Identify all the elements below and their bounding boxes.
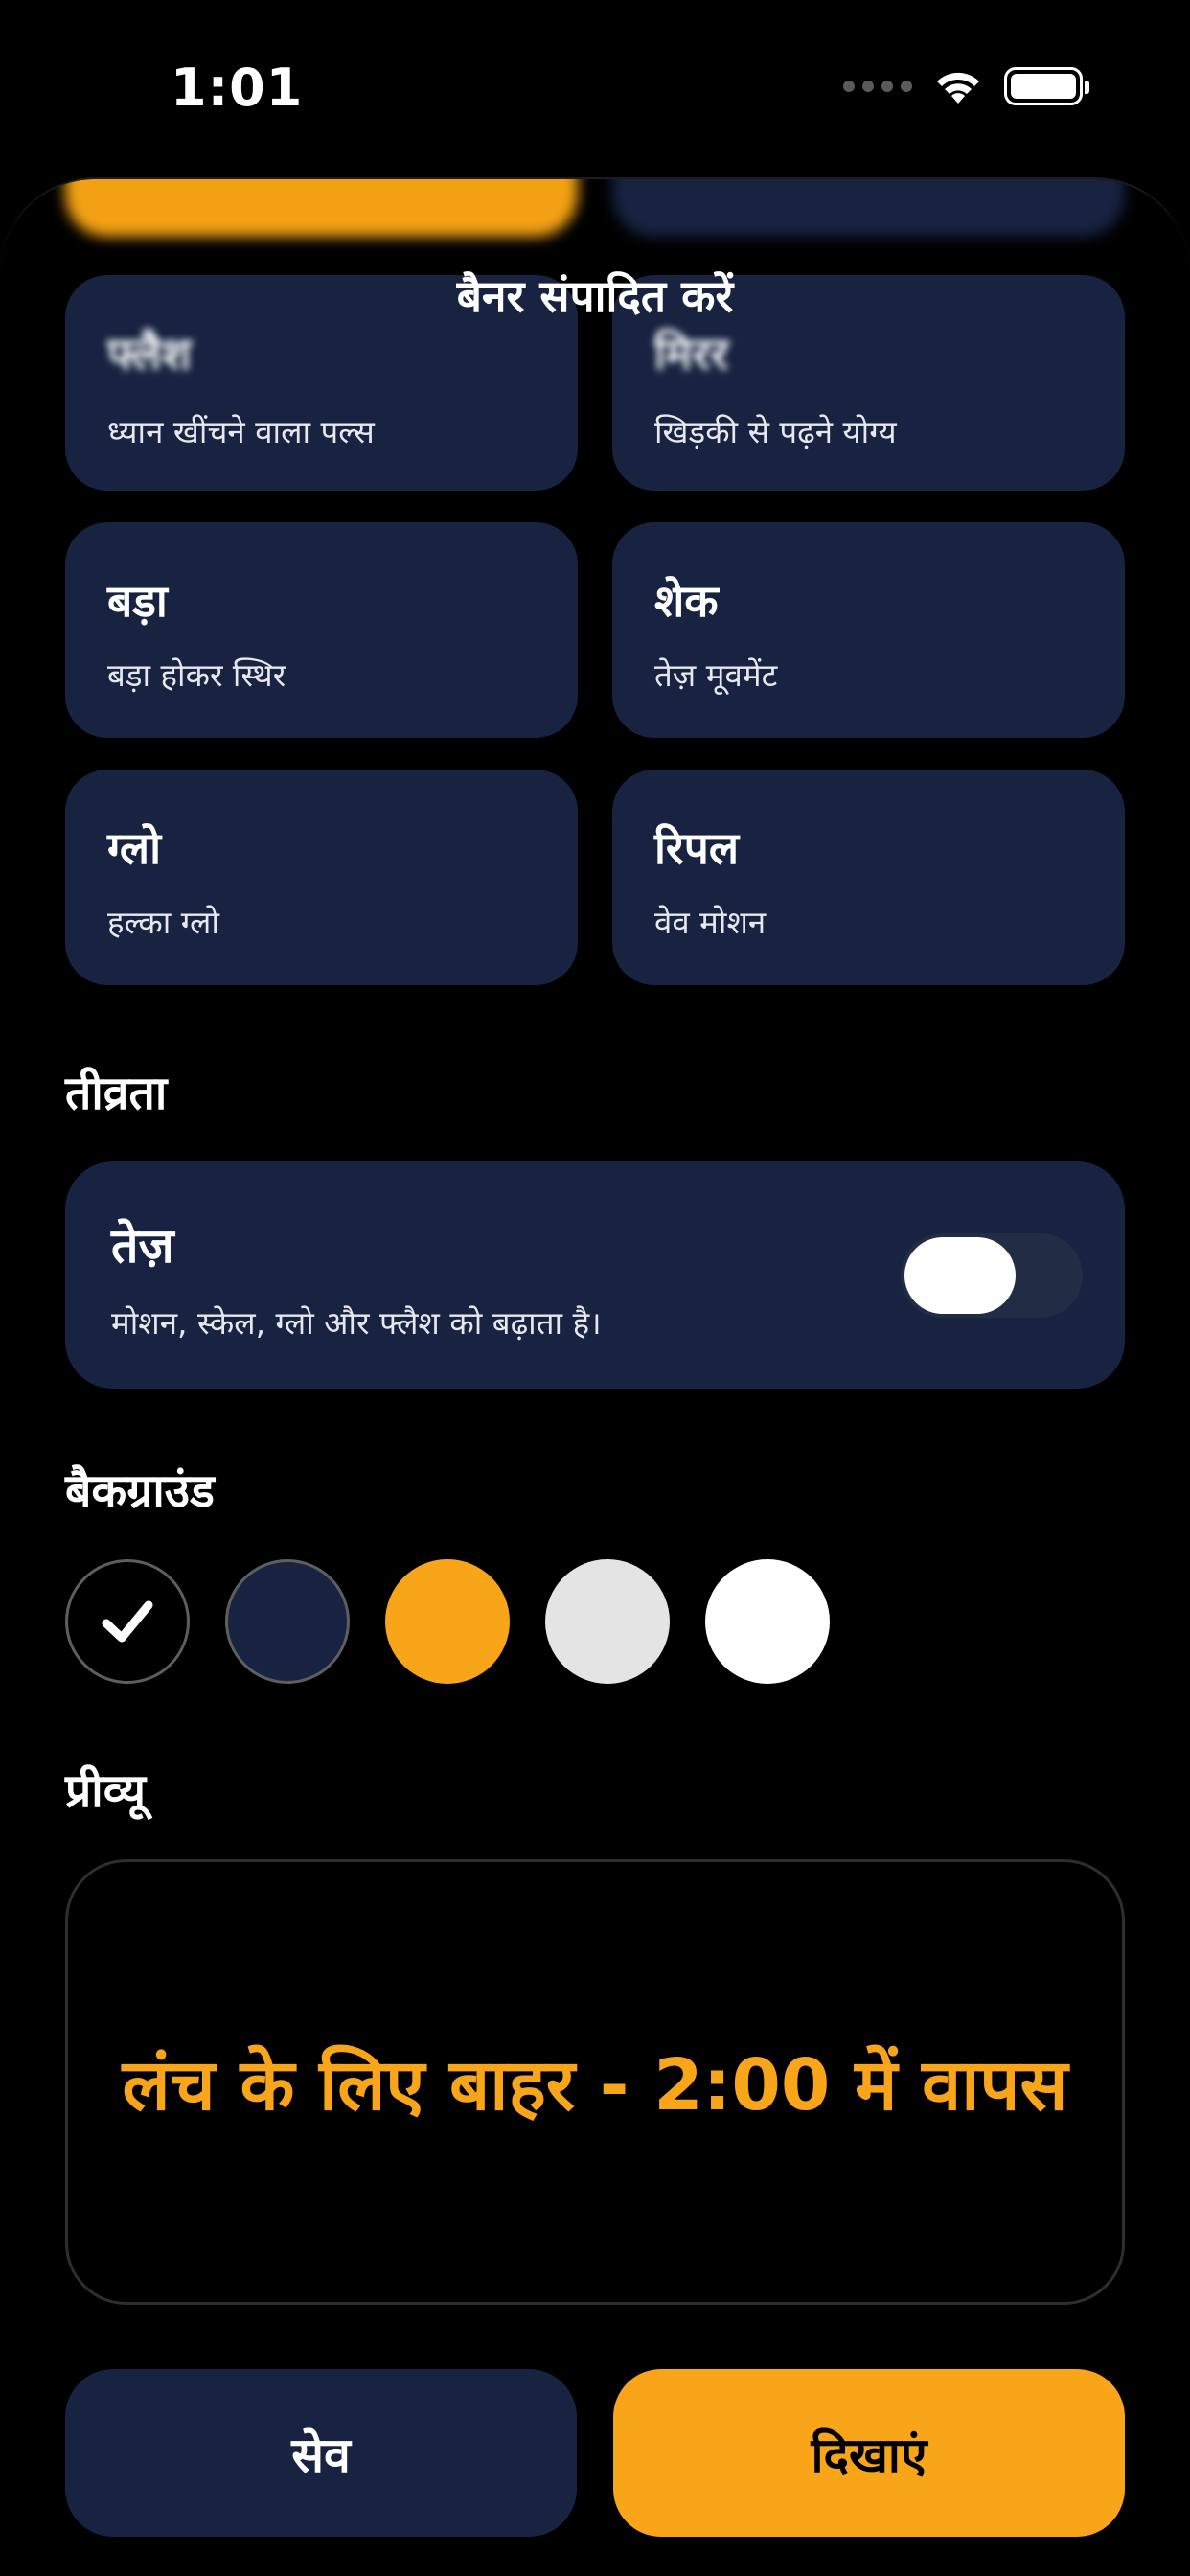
intensity-label: तीव्रता <box>65 1067 168 1120</box>
show-button[interactable]: दिखाएं <box>613 2369 1125 2537</box>
swatch-navy[interactable] <box>225 1559 350 1684</box>
battery-icon <box>1004 67 1089 105</box>
background-swatches <box>65 1559 830 1684</box>
edit-banner-sheet: फ्लैश ध्यान खींचने वाला पल्स मिरर खिड़की… <box>0 177 1190 2576</box>
effect-subtitle: ध्यान खींचने वाला पल्स <box>107 413 375 450</box>
effect-title: ग्लो <box>107 822 162 874</box>
effect-title: शेक <box>654 575 719 627</box>
intensity-option-desc: मोशन, स्केल, ग्लो और फ्लैश को बढ़ाता है। <box>111 1304 602 1342</box>
effect-subtitle: बड़ा होकर स्थिर <box>107 656 286 694</box>
preview-text: लंच के लिए बाहर - 2:00 में वापस <box>122 2044 1068 2127</box>
effect-card-peek-right[interactable] <box>612 179 1125 237</box>
save-button[interactable]: सेव <box>65 2369 577 2537</box>
effect-title: रिपल <box>654 822 740 874</box>
effect-card-shake[interactable]: शेक तेज़ मूवमेंट <box>612 522 1125 738</box>
status-bar: 1:01 <box>0 0 1190 172</box>
effect-subtitle: वेव मोशन <box>654 904 767 941</box>
intensity-option-title: तेज़ <box>111 1218 174 1274</box>
effect-card-glow[interactable]: ग्लो हल्का ग्लो <box>65 770 578 985</box>
effect-title: मिरर <box>654 328 729 380</box>
checkmark-icon <box>102 1600 153 1643</box>
effect-title: फ्लैश <box>107 328 192 380</box>
intensity-card: तेज़ मोशन, स्केल, ग्लो और फ्लैश को बढ़ात… <box>65 1162 1125 1389</box>
effect-subtitle: हल्का ग्लो <box>107 904 219 941</box>
effect-card-big[interactable]: बड़ा बड़ा होकर स्थिर <box>65 522 578 738</box>
status-icons <box>843 67 1089 105</box>
swatch-black[interactable] <box>65 1559 190 1684</box>
preview-label: प्रीव्यू <box>65 1764 147 1818</box>
banner-preview: लंच के लिए बाहर - 2:00 में वापस <box>65 1859 1125 2305</box>
effect-subtitle: तेज़ मूवमेंट <box>654 656 778 694</box>
sheet-title: बैनर संपादित करें <box>456 270 734 322</box>
background-label: बैकग्राउंड <box>65 1464 215 1518</box>
effect-subtitle: खिड़की से पढ़ने योग्य <box>654 413 897 450</box>
effect-card-peek-left[interactable] <box>65 179 578 237</box>
wifi-icon <box>933 67 983 105</box>
swatch-white[interactable] <box>705 1559 830 1684</box>
swatch-orange[interactable] <box>385 1559 510 1684</box>
toggle-knob <box>904 1237 1016 1314</box>
status-time: 1:01 <box>171 58 304 118</box>
effect-card-ripple[interactable]: रिपल वेव मोशन <box>612 770 1125 985</box>
swatch-light-gray[interactable] <box>545 1559 670 1684</box>
effect-title: बड़ा <box>107 575 168 627</box>
cellular-signal-icon <box>843 80 912 92</box>
intensity-toggle[interactable] <box>901 1233 1083 1318</box>
